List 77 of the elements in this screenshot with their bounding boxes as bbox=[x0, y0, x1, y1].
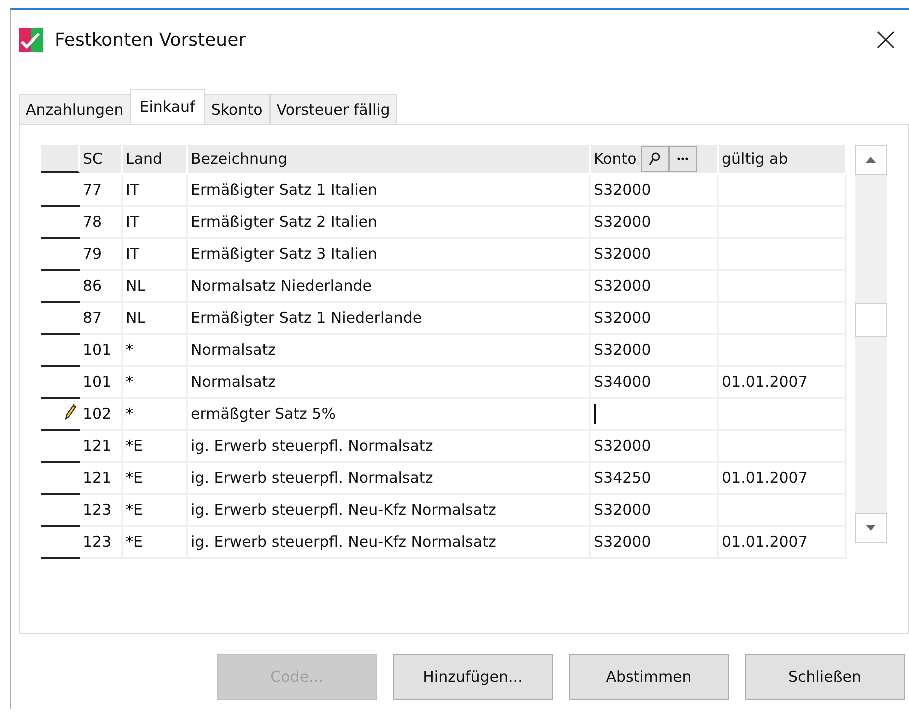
table-cell: S32000 bbox=[591, 207, 719, 239]
app-icon bbox=[19, 28, 43, 52]
scroll-down-button[interactable] bbox=[855, 513, 887, 543]
table-cell: Normalsatz bbox=[188, 335, 591, 367]
table-cell: S32000 bbox=[591, 495, 719, 527]
cell-input-field[interactable] bbox=[591, 399, 719, 431]
tab[interactable]: Skonto bbox=[204, 94, 270, 124]
table-cell: 01.01.2007 bbox=[719, 463, 847, 495]
table-cell: 78 bbox=[80, 207, 123, 239]
down-arrow-icon bbox=[866, 525, 876, 531]
table-cell: *E bbox=[123, 431, 188, 463]
table-cell: S32000 bbox=[591, 335, 719, 367]
up-arrow-icon bbox=[866, 157, 876, 163]
table-cell: 101 bbox=[80, 367, 123, 399]
column-header: gültig ab bbox=[722, 150, 788, 168]
search-button[interactable] bbox=[640, 146, 669, 172]
scroll-thumb[interactable] bbox=[855, 303, 887, 337]
table-cell: NL bbox=[123, 271, 188, 303]
ellipsis-icon bbox=[676, 157, 689, 161]
table-cell: S32000 bbox=[591, 303, 719, 335]
table-cell: Ermäßigter Satz 2 Italien bbox=[188, 207, 591, 239]
table-cell: 102 bbox=[80, 399, 123, 431]
column-header: Bezeichnung bbox=[191, 150, 288, 168]
table-cell: 87 bbox=[80, 303, 123, 335]
text-cursor bbox=[594, 404, 596, 424]
dialog-button[interactable]: Abstimmen bbox=[569, 654, 729, 700]
tab[interactable]: Vorsteuer fällig bbox=[270, 94, 398, 124]
table-cell: ig. Erwerb steuerpfl. Normalsatz bbox=[188, 431, 591, 463]
table-cell: ig. Erwerb steuerpfl. Neu-Kfz Normalsatz bbox=[188, 495, 591, 527]
table-cell: Ermäßigter Satz 1 Italien bbox=[188, 175, 591, 207]
table-cell: 123 bbox=[80, 495, 123, 527]
table-cell: *E bbox=[123, 463, 188, 495]
table-cell: * bbox=[123, 399, 188, 431]
table-cell: NL bbox=[123, 303, 188, 335]
table-cell: ermäßgter Satz 5% bbox=[188, 399, 591, 431]
table-cell: 101 bbox=[80, 335, 123, 367]
table-cell: *E bbox=[123, 527, 188, 559]
search-icon bbox=[648, 152, 661, 166]
pencil-icon bbox=[65, 404, 77, 420]
table-cell: 121 bbox=[80, 431, 123, 463]
tab[interactable]: Anzahlungen bbox=[19, 94, 131, 124]
table-cell: S32000 bbox=[591, 431, 719, 463]
table-cell: Ermäßigter Satz 1 Niederlande bbox=[188, 303, 591, 335]
table-cell: 01.01.2007 bbox=[719, 527, 847, 559]
table-cell: 86 bbox=[80, 271, 123, 303]
table-cell: *E bbox=[123, 495, 188, 527]
table-cell: ig. Erwerb steuerpfl. Neu-Kfz Normalsatz bbox=[188, 527, 591, 559]
table-cell: * bbox=[123, 367, 188, 399]
dialog-button[interactable]: Schließen bbox=[745, 654, 905, 700]
table-cell: Normalsatz Niederlande bbox=[188, 271, 591, 303]
close-icon[interactable] bbox=[877, 31, 895, 49]
table-cell: S32000 bbox=[591, 527, 719, 559]
table-cell: 123 bbox=[80, 527, 123, 559]
table-cell: 121 bbox=[80, 463, 123, 495]
table-cell: ig. Erwerb steuerpfl. Normalsatz bbox=[188, 463, 591, 495]
table-cell: S34250 bbox=[591, 463, 719, 495]
dialog-button[interactable]: Hinzufügen... bbox=[393, 654, 553, 700]
column-header: Land bbox=[126, 150, 163, 168]
window-title: Festkonten Vorsteuer bbox=[55, 30, 248, 50]
table-cell: S34000 bbox=[591, 367, 719, 399]
table-cell: Ermäßigter Satz 3 Italien bbox=[188, 239, 591, 271]
table-cell: * bbox=[123, 335, 188, 367]
table-cell: S32000 bbox=[591, 239, 719, 271]
table-cell: 77 bbox=[80, 175, 123, 207]
column-header: SC bbox=[83, 150, 103, 168]
scroll-up-button[interactable] bbox=[855, 145, 887, 175]
table-cell: S32000 bbox=[591, 175, 719, 207]
table-cell: 01.01.2007 bbox=[719, 367, 847, 399]
table-cell: IT bbox=[123, 175, 188, 207]
table-cell: IT bbox=[123, 239, 188, 271]
row-selector-header bbox=[41, 145, 80, 173]
table-cell: Normalsatz bbox=[188, 367, 591, 399]
table-cell: IT bbox=[123, 207, 188, 239]
table-cell: 79 bbox=[80, 239, 123, 271]
scrollbar[interactable] bbox=[855, 145, 887, 543]
column-header: Konto bbox=[594, 150, 637, 168]
table-cell: S32000 bbox=[591, 271, 719, 303]
